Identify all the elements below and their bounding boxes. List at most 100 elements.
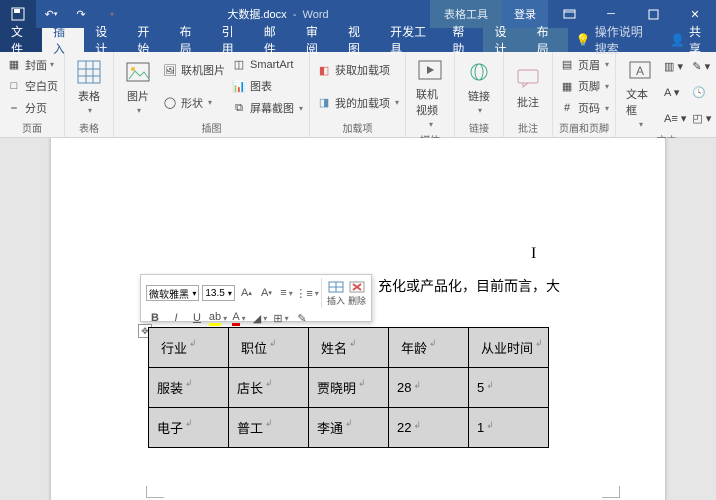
tab-help[interactable]: 帮助 bbox=[441, 28, 483, 52]
chart-icon: 📊 bbox=[231, 78, 247, 94]
object-button[interactable]: ◰ ▾ bbox=[690, 111, 713, 126]
page-number-button[interactable]: #页码 bbox=[557, 99, 611, 117]
blank-icon: □ bbox=[6, 78, 22, 94]
footer-button[interactable]: ▦页脚 bbox=[557, 77, 611, 95]
table-button[interactable]: 表格 bbox=[69, 54, 109, 119]
comment-icon bbox=[514, 64, 542, 92]
shading-button[interactable]: ◢ bbox=[251, 310, 269, 326]
th-position[interactable]: 职位 bbox=[229, 328, 309, 368]
group-comments: 批注 批注 bbox=[504, 52, 553, 137]
picture-button[interactable]: 图片 bbox=[118, 54, 158, 119]
drop-cap-button[interactable]: A≡ ▾ bbox=[662, 111, 688, 126]
page-break-button[interactable]: ⎯分页 bbox=[4, 99, 60, 117]
group-label: 插图 bbox=[118, 119, 305, 137]
margin-mark bbox=[602, 486, 620, 498]
screenshot-button[interactable]: ⧉屏幕截图 bbox=[229, 99, 305, 117]
footer-icon: ▦ bbox=[559, 78, 575, 94]
share-icon: 👤 bbox=[670, 33, 685, 47]
th-age[interactable]: 年龄 bbox=[389, 328, 469, 368]
shrink-font-button[interactable]: A▾ bbox=[258, 285, 275, 301]
mini-insert-button[interactable]: 插入 bbox=[327, 280, 345, 307]
table-icon bbox=[75, 58, 103, 86]
quick-parts-button[interactable]: ▥ ▾ bbox=[662, 59, 688, 74]
group-illustrations: 图片 🖼联机图片 ◯形状 ◫SmartArt 📊图表 ⧉屏幕截图 插图 bbox=[114, 52, 310, 137]
group-links: 链接 链接 bbox=[455, 52, 504, 137]
date-time-button[interactable]: 🕓 bbox=[690, 85, 713, 100]
tab-table-design[interactable]: 设计 bbox=[483, 28, 525, 52]
group-label: 表格 bbox=[69, 119, 109, 137]
border-button[interactable]: ⊞ bbox=[272, 310, 290, 326]
group-media: 联机视频 媒体 bbox=[406, 52, 455, 137]
tab-review[interactable]: 审阅 bbox=[295, 28, 337, 52]
group-label: 页眉和页脚 bbox=[557, 119, 611, 137]
body-text[interactable]: 充化或产品化，目前而言，大 bbox=[378, 276, 560, 296]
mini-delete-button[interactable]: 删除 bbox=[348, 280, 366, 307]
online-pic-button[interactable]: 🖼联机图片 bbox=[160, 61, 227, 79]
chart-button[interactable]: 📊图表 bbox=[229, 77, 305, 95]
group-tables: 表格 表格 bbox=[65, 52, 114, 137]
group-text: A文本框 ▥ ▾ A ▾ A≡ ▾ ✎ ▾ 🕓 ◰ ▾ 文本 bbox=[616, 52, 716, 137]
store-icon: ◧ bbox=[316, 62, 332, 78]
bullets-button[interactable]: ≡ bbox=[278, 285, 295, 301]
share-button[interactable]: 👤共享 bbox=[660, 28, 716, 52]
screenshot-icon: ⧉ bbox=[231, 100, 247, 116]
tab-mail[interactable]: 邮件 bbox=[253, 28, 295, 52]
bulb-icon: 💡 bbox=[576, 33, 591, 47]
ribbon: ▦封面▾ □空白页 ⎯分页 页面 表格 表格 图片 🖼联机图片 ◯形状 ◫Sma… bbox=[0, 52, 716, 138]
text-box-button[interactable]: A文本框 bbox=[620, 54, 660, 131]
tab-reference[interactable]: 引用 bbox=[211, 28, 253, 52]
tab-file[interactable]: 文件 bbox=[0, 28, 42, 52]
svg-text:A: A bbox=[636, 64, 644, 78]
my-addins-button[interactable]: ◨我的加载项 bbox=[314, 94, 401, 112]
table-row[interactable]: 电子 普工 李通 22 1 bbox=[149, 408, 549, 448]
qat-customize[interactable] bbox=[96, 3, 126, 25]
undo-button[interactable]: ↶▾ bbox=[36, 3, 66, 25]
online-video-button[interactable]: 联机视频 bbox=[410, 54, 450, 131]
pagenum-icon: # bbox=[559, 100, 575, 116]
comment-button[interactable]: 批注 bbox=[508, 54, 548, 119]
tab-table-layout[interactable]: 布局 bbox=[526, 28, 568, 52]
underline-button[interactable]: U bbox=[188, 310, 206, 326]
shapes-icon: ◯ bbox=[162, 95, 178, 111]
document-canvas[interactable]: 充化或产品化，目前而言，大 微软雅黑▾ 13.5▾ A▴ A▾ ≡ ⋮≡ 插入 … bbox=[0, 138, 716, 500]
blank-page-button[interactable]: □空白页 bbox=[4, 77, 60, 95]
tab-insert[interactable]: 插入 bbox=[42, 28, 84, 52]
tab-dev[interactable]: 开发工具 bbox=[379, 28, 441, 52]
font-select[interactable]: 微软雅黑▾ bbox=[146, 285, 199, 301]
textbox-icon: A bbox=[626, 56, 654, 84]
get-addins-button[interactable]: ◧获取加载项 bbox=[314, 61, 401, 79]
online-pic-icon: 🖼 bbox=[162, 62, 178, 78]
document-table[interactable]: 行业 职位 姓名 年龄 从业时间 服装 店长 贾晓明 28 5 电子 普工 李通… bbox=[148, 327, 549, 448]
font-color-button[interactable]: A bbox=[230, 310, 248, 326]
cover-page-button[interactable]: ▦封面▾ bbox=[4, 56, 60, 74]
tell-me-search[interactable]: 💡操作说明搜索 bbox=[568, 28, 660, 52]
table-row[interactable]: 服装 店长 贾晓明 28 5 bbox=[149, 368, 549, 408]
th-name[interactable]: 姓名 bbox=[309, 328, 389, 368]
group-label: 加载项 bbox=[314, 119, 401, 137]
tab-design[interactable]: 设计 bbox=[84, 28, 126, 52]
italic-button[interactable]: I bbox=[167, 310, 185, 326]
format-painter-button[interactable]: ✎ bbox=[293, 310, 311, 326]
header-button[interactable]: ▤页眉 bbox=[557, 56, 611, 74]
size-select[interactable]: 13.5▾ bbox=[202, 285, 235, 301]
highlight-button[interactable]: ab bbox=[209, 310, 227, 326]
smartart-button[interactable]: ◫SmartArt bbox=[229, 56, 305, 74]
addins-icon: ◨ bbox=[316, 95, 332, 111]
grow-font-button[interactable]: A▴ bbox=[238, 285, 255, 301]
numbering-button[interactable]: ⋮≡ bbox=[298, 285, 316, 301]
break-icon: ⎯ bbox=[6, 100, 22, 116]
tab-start[interactable]: 开始 bbox=[126, 28, 168, 52]
tab-layout[interactable]: 布局 bbox=[169, 28, 211, 52]
table-header-row[interactable]: 行业 职位 姓名 年龄 从业时间 bbox=[149, 328, 549, 368]
wordart-button[interactable]: A ▾ bbox=[662, 85, 688, 100]
link-icon bbox=[465, 58, 493, 86]
th-years[interactable]: 从业时间 bbox=[469, 328, 549, 368]
margin-mark bbox=[146, 486, 164, 498]
group-label: 链接 bbox=[459, 119, 499, 137]
th-industry[interactable]: 行业 bbox=[149, 328, 229, 368]
shapes-button[interactable]: ◯形状 bbox=[160, 94, 227, 112]
signature-button[interactable]: ✎ ▾ bbox=[690, 59, 713, 74]
redo-button[interactable]: ↷ bbox=[66, 3, 96, 25]
link-button[interactable]: 链接 bbox=[459, 54, 499, 119]
tab-view[interactable]: 视图 bbox=[337, 28, 379, 52]
